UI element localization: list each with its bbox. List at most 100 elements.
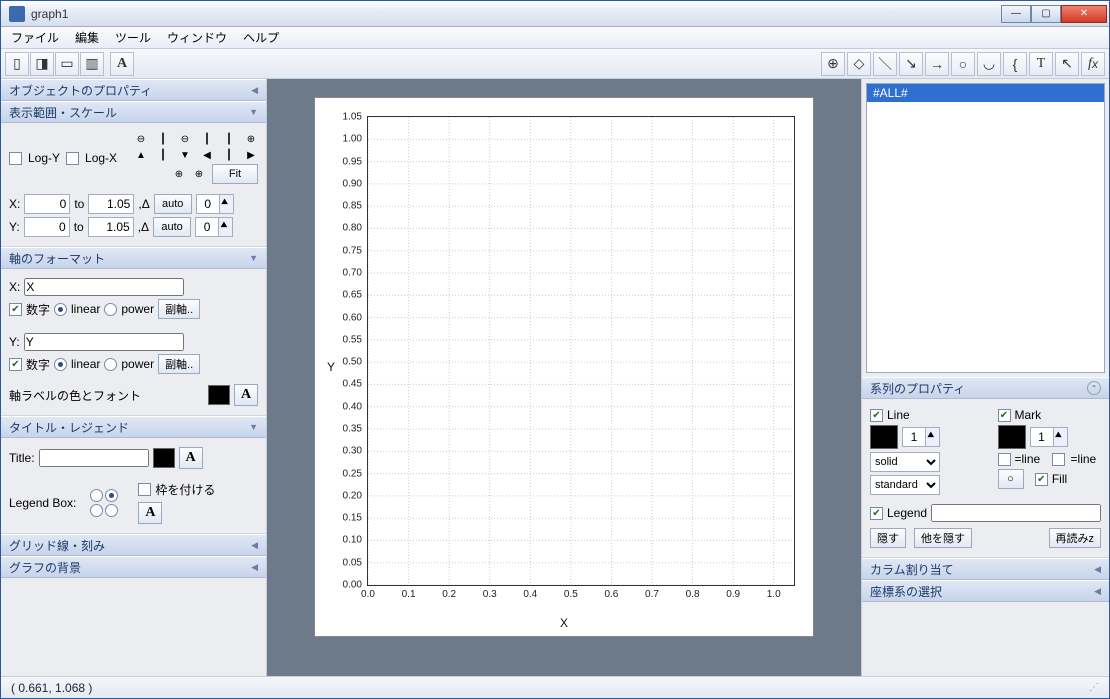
line-checkbox[interactable]: ✔ — [870, 409, 883, 422]
hide-others-button[interactable]: 他を隠す — [914, 528, 972, 548]
mark-eqline-checkbox[interactable] — [998, 453, 1011, 466]
circle-icon[interactable]: ○ — [951, 52, 975, 76]
legend-frame-checkbox[interactable] — [138, 483, 151, 496]
zoom-out-icon[interactable]: ⊖ — [134, 132, 148, 146]
zoom-out-icon-2[interactable]: ⊖ — [178, 132, 192, 146]
x-linear-radio[interactable] — [54, 303, 67, 316]
menu-help[interactable]: ヘルプ — [237, 27, 285, 48]
spinner-arrows-icon[interactable]: ⯅ — [219, 217, 233, 237]
checkbox-logy[interactable] — [9, 152, 22, 165]
nav-right-icon[interactable]: ▶ — [244, 148, 258, 162]
x-label-input[interactable] — [24, 278, 184, 296]
section-grid[interactable]: グリッド線・刻み◀ — [1, 534, 266, 556]
font-icon[interactable]: A — [110, 52, 134, 76]
arrow-down-icon[interactable]: ↘ — [899, 52, 923, 76]
slider-icon-5[interactable]: ┃ — [222, 148, 236, 162]
eraser-icon[interactable]: ◇ — [847, 52, 871, 76]
slider-icon-4[interactable]: ┃ — [156, 148, 170, 162]
fit-button[interactable]: Fit — [212, 164, 258, 184]
mark-shape-button[interactable]: ○ — [998, 469, 1024, 489]
legend-pos-4[interactable] — [105, 504, 118, 517]
mark-checkbox[interactable]: ✔ — [998, 409, 1011, 422]
slider-icon-2[interactable]: ┃ — [200, 132, 214, 146]
section-range-scale[interactable]: 表示範囲・スケール▼ — [1, 101, 266, 123]
line-style-select[interactable]: solid — [870, 452, 940, 472]
x-to-input[interactable] — [88, 194, 134, 214]
menu-window[interactable]: ウィンドウ — [161, 27, 233, 48]
nav-down-icon[interactable]: ▼ — [178, 148, 192, 162]
y-spinner[interactable]: ⯅ — [195, 217, 233, 237]
collapse-icon[interactable]: ⌃ — [1087, 381, 1101, 395]
layout-icon-3[interactable]: ▭ — [55, 52, 79, 76]
line-icon[interactable]: ＼ — [873, 52, 897, 76]
reload-button[interactable]: 再読みz — [1049, 528, 1102, 548]
slider-icon[interactable]: ┃ — [156, 132, 170, 146]
spinner-arrows-icon[interactable]: ⯅ — [220, 194, 234, 214]
section-column-assign[interactable]: カラム割り当て◀ — [862, 558, 1109, 580]
close-button[interactable]: ✕ — [1061, 5, 1107, 23]
maximize-button[interactable]: ▢ — [1031, 5, 1061, 23]
section-series-props[interactable]: 系列のプロパティ⌃ — [862, 377, 1109, 399]
fill-checkbox[interactable]: ✔ — [1035, 473, 1048, 486]
x-subaxis-button[interactable]: 副軸.. — [158, 299, 200, 319]
axis-color-swatch[interactable] — [208, 385, 230, 405]
axis-font-button[interactable]: A — [234, 384, 258, 406]
minimize-button[interactable]: — — [1001, 5, 1031, 23]
x-power-radio[interactable] — [104, 303, 117, 316]
legend-font-button[interactable]: A — [138, 502, 162, 524]
menu-edit[interactable]: 編集 — [69, 27, 105, 48]
mark-size-spinner[interactable]: ⯅ — [1030, 427, 1068, 447]
checkbox-logx[interactable] — [66, 152, 79, 165]
y-to-input[interactable] — [88, 217, 134, 237]
fx-icon[interactable]: fx — [1081, 52, 1105, 76]
layout-icon-2[interactable]: ◨ — [30, 52, 54, 76]
resize-grip-icon[interactable]: ⋰ — [1089, 682, 1099, 693]
y-subaxis-button[interactable]: 副軸.. — [158, 354, 200, 374]
menu-tool[interactable]: ツール — [109, 27, 157, 48]
legend-pos-2[interactable] — [105, 489, 118, 502]
line-width-spinner[interactable]: ⯅ — [902, 427, 940, 447]
menu-file[interactable]: ファイル — [5, 27, 65, 48]
series-list[interactable]: #ALL# — [866, 83, 1105, 373]
line-color-swatch[interactable] — [870, 425, 898, 449]
x-from-input[interactable] — [24, 194, 70, 214]
zoom-in-icon-2[interactable]: ⊕ — [172, 167, 186, 181]
y-from-input[interactable] — [24, 217, 70, 237]
section-title-legend[interactable]: タイトル・レジェンド▼ — [1, 416, 266, 438]
pointer-plus-icon[interactable]: ⊕ — [821, 52, 845, 76]
arrow-icon[interactable]: → — [925, 52, 949, 76]
title-font-button[interactable]: A — [179, 447, 203, 469]
section-background[interactable]: グラフの背景◀ — [1, 556, 266, 578]
nav-up-icon[interactable]: ▲ — [134, 148, 148, 162]
layout-icon-4[interactable]: ▥ — [80, 52, 104, 76]
title-color-swatch[interactable] — [153, 448, 175, 468]
section-axis-format[interactable]: 軸のフォーマット▼ — [1, 247, 266, 269]
arc-icon[interactable]: ◡ — [977, 52, 1001, 76]
plot-area[interactable]: 0.00.10.20.30.40.50.60.70.80.91.00.000.0… — [367, 116, 795, 586]
nav-left-icon[interactable]: ◀ — [200, 148, 214, 162]
mark-eqline2-checkbox[interactable] — [1052, 453, 1065, 466]
x-numeric-checkbox[interactable]: ✔ — [9, 303, 22, 316]
line-standard-select[interactable]: standard — [870, 475, 940, 495]
x-spinner[interactable]: ⯅ — [196, 194, 234, 214]
y-numeric-checkbox[interactable]: ✔ — [9, 358, 22, 371]
text-tool-icon[interactable]: T — [1029, 52, 1053, 76]
zoom-in-icon-3[interactable]: ⊕ — [192, 167, 206, 181]
legend-checkbox[interactable]: ✔ — [870, 507, 883, 520]
section-coord-system[interactable]: 座標系の選択◀ — [862, 580, 1109, 602]
legend-text-input[interactable] — [931, 504, 1101, 522]
legend-pos-3[interactable] — [90, 504, 103, 517]
x-auto-button[interactable]: auto — [154, 194, 192, 214]
cursor-icon[interactable]: ↖ — [1055, 52, 1079, 76]
y-label-input[interactable] — [24, 333, 184, 351]
layout-icon-1[interactable]: ▯ — [5, 52, 29, 76]
series-item-all[interactable]: #ALL# — [867, 84, 1104, 102]
section-object-properties[interactable]: オブジェクトのプロパティ◀ — [1, 79, 266, 101]
legend-pos-1[interactable] — [90, 489, 103, 502]
y-power-radio[interactable] — [104, 358, 117, 371]
hide-button[interactable]: 隠す — [870, 528, 906, 548]
brace-icon[interactable]: { — [1003, 52, 1027, 76]
y-linear-radio[interactable] — [54, 358, 67, 371]
mark-color-swatch[interactable] — [998, 425, 1026, 449]
zoom-in-icon[interactable]: ⊕ — [244, 132, 258, 146]
